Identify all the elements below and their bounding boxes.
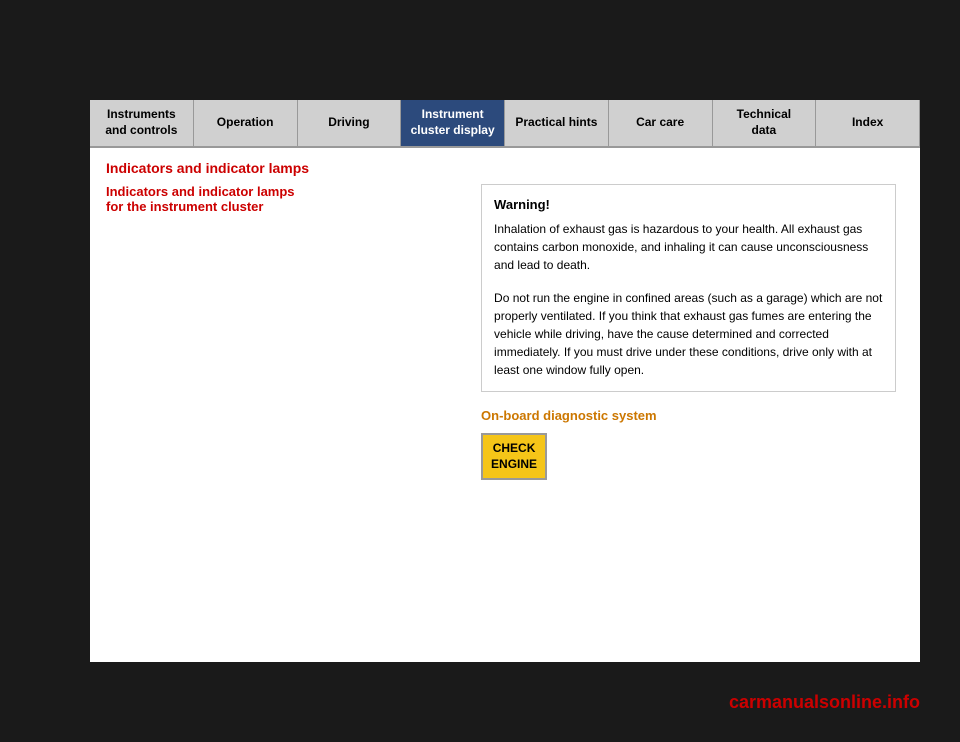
nav-item-practical-hints[interactable]: Practical hints bbox=[505, 100, 609, 146]
nav-bar: Instrumentsand controls Operation Drivin… bbox=[90, 100, 920, 148]
branding-suffix: .info bbox=[882, 692, 920, 712]
content-columns: Indicators and indicator lampsfor the in… bbox=[106, 184, 904, 480]
nav-item-index[interactable]: Index bbox=[816, 100, 920, 146]
nav-item-driving[interactable]: Driving bbox=[298, 100, 402, 146]
check-engine-line1: CHECK bbox=[493, 441, 536, 455]
left-column: Indicators and indicator lampsfor the in… bbox=[106, 184, 465, 220]
nav-item-operation[interactable]: Operation bbox=[194, 100, 298, 146]
check-engine-line2: ENGINE bbox=[491, 457, 537, 471]
diagnostics-title: On-board diagnostic system bbox=[481, 408, 896, 423]
nav-item-technical-data[interactable]: Technicaldata bbox=[713, 100, 817, 146]
section-title: Indicators and indicator lampsfor the in… bbox=[106, 184, 455, 214]
warning-paragraph1: Inhalation of exhaust gas is hazardous t… bbox=[494, 220, 883, 274]
main-container: Instrumentsand controls Operation Drivin… bbox=[0, 0, 960, 742]
warning-paragraph2: Do not run the engine in confined areas … bbox=[494, 289, 883, 379]
warning-box: Warning! Inhalation of exhaust gas is ha… bbox=[481, 184, 896, 392]
page-body: Indicators and indicator lamps Indicator… bbox=[90, 148, 920, 662]
branding-text: carmanualsonline bbox=[729, 692, 882, 712]
check-engine-button[interactable]: CHECK ENGINE bbox=[481, 433, 547, 480]
warning-title: Warning! bbox=[494, 197, 883, 212]
nav-item-instruments[interactable]: Instrumentsand controls bbox=[90, 100, 194, 146]
nav-item-instrument-cluster[interactable]: Instrumentcluster display bbox=[401, 100, 505, 146]
bottom-bar: carmanualsonline.info bbox=[0, 662, 960, 742]
right-column: Warning! Inhalation of exhaust gas is ha… bbox=[481, 184, 896, 480]
branding: carmanualsonline.info bbox=[729, 692, 920, 713]
page-title: Indicators and indicator lamps bbox=[106, 160, 904, 176]
nav-item-car-care[interactable]: Car care bbox=[609, 100, 713, 146]
